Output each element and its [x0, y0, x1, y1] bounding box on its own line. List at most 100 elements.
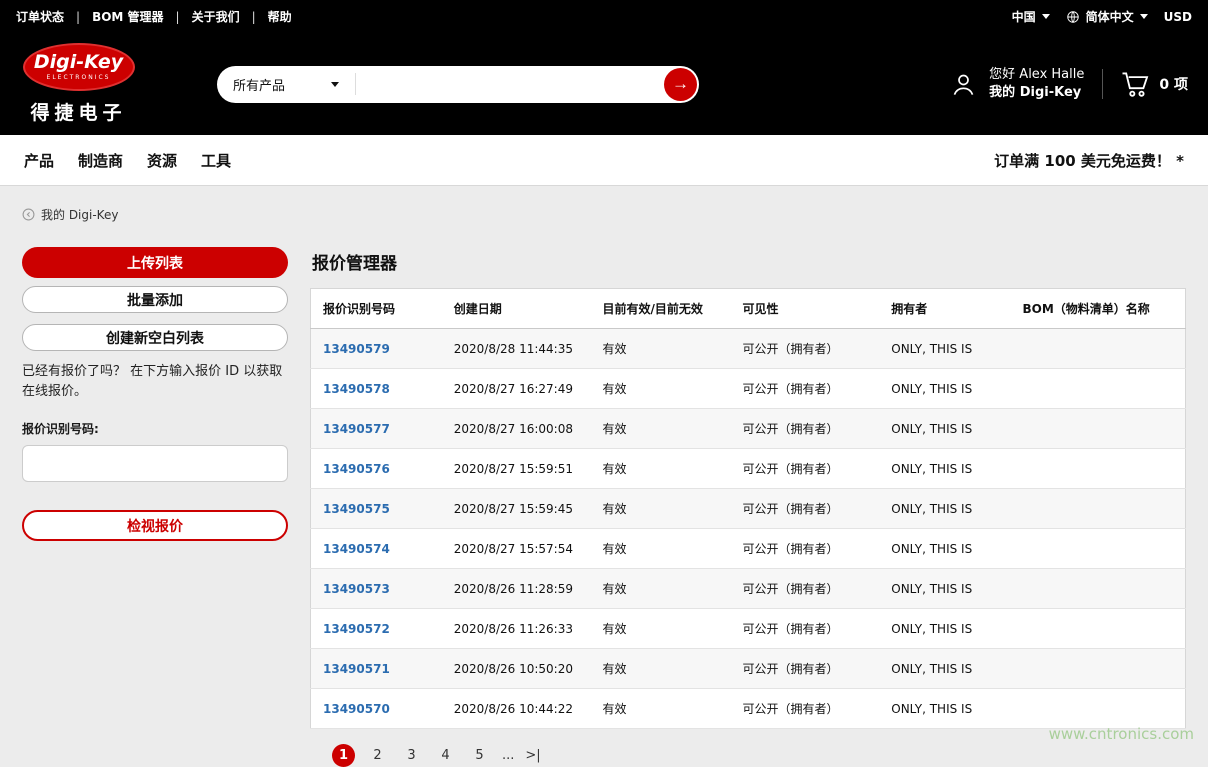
pagination-page[interactable]: 2 — [366, 744, 389, 767]
pagination-page-current[interactable]: 1 — [332, 744, 355, 767]
visibility-cell: 可公开（拥有者） — [731, 409, 880, 449]
created-date-cell: 2020/8/28 11:44:35 — [442, 329, 591, 369]
nav-item[interactable]: 资源 — [147, 150, 177, 171]
status-cell: 有效 — [591, 329, 731, 369]
topbar-link[interactable]: 帮助 — [268, 8, 292, 25]
digikey-logo[interactable]: Digi-Key ELECTRONICS 得捷电子 — [16, 43, 141, 125]
status-cell: 有效 — [591, 369, 731, 409]
account-text[interactable]: 您好 Alex Halle 我的 Digi-Key — [989, 66, 1084, 101]
table-row: 134905782020/8/27 16:27:49有效可公开（拥有者）ONLY… — [311, 369, 1186, 409]
search-category-label: 所有产品 — [233, 75, 285, 94]
visibility-cell: 可公开（拥有者） — [731, 689, 880, 729]
quote-id-link[interactable]: 13490576 — [323, 462, 390, 476]
quote-id-cell: 13490570 — [311, 689, 442, 729]
owner-cell: ONLY, THIS IS — [879, 329, 1010, 369]
free-shipping-promo: 订单满 100 美元免运费！ * — [994, 150, 1184, 171]
language-label: 简体中文 — [1086, 8, 1134, 25]
owner-cell: ONLY, THIS IS — [879, 449, 1010, 489]
status-cell: 有效 — [591, 409, 731, 449]
nav-item[interactable]: 产品 — [24, 150, 54, 171]
quote-id-link[interactable]: 13490578 — [323, 382, 390, 396]
created-date-cell: 2020/8/26 10:44:22 — [442, 689, 591, 729]
column-header: 拥有者 — [879, 289, 1010, 329]
status-cell: 有效 — [591, 569, 731, 609]
separator: | — [76, 10, 80, 24]
region-label: 中国 — [1012, 8, 1036, 25]
bom-name-cell — [1011, 369, 1186, 409]
bom-name-cell — [1011, 609, 1186, 649]
breadcrumb-label[interactable]: 我的 Digi-Key — [41, 206, 118, 223]
status-cell: 有效 — [591, 689, 731, 729]
logo-oval: Digi-Key ELECTRONICS — [23, 43, 135, 91]
breadcrumb[interactable]: 我的 Digi-Key — [22, 206, 1208, 223]
upload-list-button[interactable]: 上传列表 — [22, 247, 288, 278]
pagination-page[interactable]: 4 — [434, 744, 457, 767]
table-row: 134905762020/8/27 15:59:51有效可公开（拥有者）ONLY… — [311, 449, 1186, 489]
table-row: 134905702020/8/26 10:44:22有效可公开（拥有者）ONLY… — [311, 689, 1186, 729]
column-header: 报价识别号码 — [311, 289, 442, 329]
created-date-cell: 2020/8/26 11:26:33 — [442, 609, 591, 649]
main-nav-items: 产品 制造商 资源 工具 — [24, 150, 231, 171]
visibility-cell: 可公开（拥有者） — [731, 489, 880, 529]
cart-button[interactable]: 0 项 — [1121, 71, 1188, 98]
quote-id-cell: 13490576 — [311, 449, 442, 489]
quote-id-link[interactable]: 13490572 — [323, 622, 390, 636]
search-submit-button[interactable]: → — [664, 68, 697, 101]
bom-name-cell — [1011, 649, 1186, 689]
column-header: 可见性 — [731, 289, 880, 329]
greeting-text: 您好 Alex Halle — [989, 66, 1084, 84]
quote-id-input[interactable] — [22, 445, 288, 482]
quote-id-link[interactable]: 13490570 — [323, 702, 390, 716]
main-nav: 产品 制造商 资源 工具 订单满 100 美元免运费！ * — [0, 135, 1208, 186]
divider — [1102, 69, 1103, 99]
chevron-down-icon — [331, 82, 339, 87]
back-arrow-icon — [22, 208, 35, 221]
pagination-page[interactable]: 3 — [400, 744, 423, 767]
status-cell: 有效 — [591, 609, 731, 649]
bulk-add-button[interactable]: 批量添加 — [22, 286, 288, 313]
quote-id-link[interactable]: 13490574 — [323, 542, 390, 556]
topbar-right: 中国 简体中文 USD — [1012, 8, 1192, 25]
quote-id-link[interactable]: 13490571 — [323, 662, 390, 676]
search-input[interactable] — [356, 66, 664, 103]
pagination-page[interactable]: 5 — [468, 744, 491, 767]
owner-cell: ONLY, THIS IS — [879, 609, 1010, 649]
table-row: 134905722020/8/26 11:26:33有效可公开（拥有者）ONLY… — [311, 609, 1186, 649]
pagination-last-button[interactable]: >| — [525, 748, 540, 763]
logo-name: Digi-Key — [34, 53, 123, 72]
bom-name-cell — [1011, 329, 1186, 369]
topbar-link[interactable]: 订单状态 — [16, 8, 64, 25]
account-area: 您好 Alex Halle 我的 Digi-Key 0 项 — [950, 66, 1188, 101]
quote-id-link[interactable]: 13490577 — [323, 422, 390, 436]
pagination-ellipsis: ... — [502, 748, 514, 763]
language-selector[interactable]: 简体中文 — [1066, 8, 1148, 25]
currency-label[interactable]: USD — [1164, 10, 1192, 24]
site-header: Digi-Key ELECTRONICS 得捷电子 所有产品 → 您好 Alex… — [0, 33, 1208, 135]
nav-item[interactable]: 工具 — [201, 150, 231, 171]
topbar-link[interactable]: 关于我们 — [192, 8, 240, 25]
bom-name-cell — [1011, 489, 1186, 529]
quote-id-cell: 13490573 — [311, 569, 442, 609]
create-blank-list-button[interactable]: 创建新空白列表 — [22, 324, 288, 351]
quote-id-link[interactable]: 13490575 — [323, 502, 390, 516]
created-date-cell: 2020/8/27 15:59:45 — [442, 489, 591, 529]
nav-item[interactable]: 制造商 — [78, 150, 123, 171]
status-cell: 有效 — [591, 449, 731, 489]
created-date-cell: 2020/8/27 16:27:49 — [442, 369, 591, 409]
my-digikey-link[interactable]: 我的 Digi-Key — [989, 84, 1084, 102]
status-cell: 有效 — [591, 489, 731, 529]
pagination: 12345... >| — [332, 744, 1186, 767]
quote-id-link[interactable]: 13490579 — [323, 342, 390, 356]
logo-chinese-name: 得捷电子 — [30, 98, 126, 125]
created-date-cell: 2020/8/27 16:00:08 — [442, 409, 591, 449]
quote-id-link[interactable]: 13490573 — [323, 582, 390, 596]
bom-name-cell — [1011, 409, 1186, 449]
region-selector[interactable]: 中国 — [1012, 8, 1050, 25]
topbar-link[interactable]: BOM 管理器 — [92, 8, 163, 25]
bom-name-cell — [1011, 689, 1186, 729]
view-quote-button[interactable]: 检视报价 — [22, 510, 288, 541]
created-date-cell: 2020/8/26 11:28:59 — [442, 569, 591, 609]
search-category-dropdown[interactable]: 所有产品 — [217, 66, 355, 103]
chevron-down-icon — [1042, 14, 1050, 19]
owner-cell: ONLY, THIS IS — [879, 569, 1010, 609]
